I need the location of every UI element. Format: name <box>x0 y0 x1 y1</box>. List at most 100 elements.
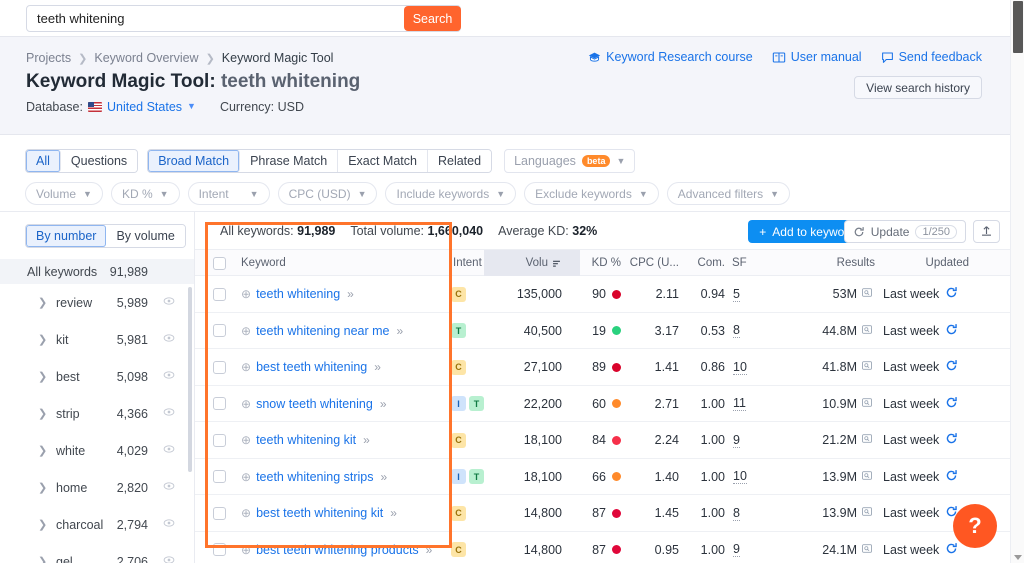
sf-value[interactable]: 11 <box>733 396 746 412</box>
add-keyword-icon[interactable]: ⊕ <box>241 506 251 520</box>
expand-keyword-icon[interactable]: » <box>363 433 370 447</box>
breadcrumb-item-projects[interactable]: Projects <box>26 51 71 65</box>
sidebar-all-keywords-row[interactable]: All keywords 91,989 <box>0 259 194 284</box>
add-keyword-icon[interactable]: ⊕ <box>241 324 251 338</box>
row-checkbox[interactable] <box>213 459 226 496</box>
eye-icon[interactable] <box>162 332 176 347</box>
expand-keyword-icon[interactable]: » <box>426 543 433 557</box>
intent-tag-I[interactable]: I <box>451 396 466 412</box>
intent-tag-C[interactable]: C <box>451 359 466 375</box>
eye-icon[interactable] <box>162 480 176 495</box>
serp-preview-icon[interactable] <box>861 287 873 301</box>
chevron-down-icon[interactable]: ▼ <box>187 101 196 111</box>
sidebar-group-item[interactable]: ❯ charcoal 2,794 <box>0 506 194 543</box>
column-header-volume[interactable]: Volu <box>484 250 562 276</box>
serp-preview-icon[interactable] <box>861 397 873 411</box>
chevron-right-icon[interactable]: ❯ <box>38 370 47 383</box>
refresh-row-icon[interactable] <box>945 359 958 375</box>
row-checkbox[interactable] <box>213 495 226 532</box>
table-row[interactable]: ⊕ teeth whitening strips » I T 18,100 66 1.40 1.… <box>195 459 1010 496</box>
tab-questions[interactable]: Questions <box>60 150 138 172</box>
intent-tag-T[interactable]: T <box>469 469 484 485</box>
keyword-research-course-link[interactable]: Keyword Research course <box>588 50 753 64</box>
table-row[interactable]: ⊕ teeth whitening » C 135,000 90 2.11 0.94 5 53M L… <box>195 276 1010 313</box>
chevron-right-icon[interactable]: ❯ <box>38 518 47 531</box>
intent-tag-I[interactable]: I <box>451 469 466 485</box>
add-keyword-icon[interactable]: ⊕ <box>241 433 251 447</box>
keyword-link[interactable]: teeth whitening near me <box>256 324 389 338</box>
update-button[interactable]: Update 1/250 <box>843 220 966 243</box>
row-checkbox[interactable] <box>213 276 226 313</box>
sf-value[interactable]: 8 <box>733 323 740 339</box>
browser-scrollbar[interactable] <box>1010 0 1024 563</box>
tab-related[interactable]: Related <box>427 150 492 172</box>
column-header-keyword[interactable]: Keyword <box>241 250 286 276</box>
chevron-right-icon[interactable]: ❯ <box>38 555 47 563</box>
chevron-right-icon[interactable]: ❯ <box>38 444 47 457</box>
search-button[interactable]: Search <box>404 6 461 31</box>
column-header-com[interactable]: Com. <box>687 250 725 276</box>
filter-intent[interactable]: Intent ▼ <box>187 182 270 205</box>
sf-cell[interactable]: 10 <box>733 349 747 386</box>
intent-tag-C[interactable]: C <box>451 286 466 302</box>
sf-value[interactable]: 10 <box>733 469 747 485</box>
keyword-link[interactable]: best teeth whitening kit <box>256 506 383 520</box>
keyword-link[interactable]: snow teeth whitening <box>256 397 373 411</box>
refresh-row-icon[interactable] <box>945 396 958 412</box>
search-field-wrapper[interactable]: ✕ <box>26 5 461 32</box>
eye-icon[interactable] <box>162 554 176 563</box>
sf-cell[interactable]: 9 <box>733 532 740 563</box>
sf-value[interactable]: 8 <box>733 506 740 521</box>
sidebar-group-item[interactable]: ❯ kit 5,981 <box>0 321 194 358</box>
intent-tag-C[interactable]: C <box>451 432 466 448</box>
table-row[interactable]: ⊕ best teeth whitening products » C 14,800 87… <box>195 532 1010 563</box>
table-row[interactable]: ⊕ best teeth whitening » C 27,100 89 1.41 0.86 1… <box>195 349 1010 386</box>
serp-preview-icon[interactable] <box>861 433 873 447</box>
intent-tag-C[interactable]: C <box>451 505 466 521</box>
filter-exclude-keywords[interactable]: Exclude keywords ▼ <box>524 182 659 205</box>
keyword-link[interactable]: best teeth whitening products <box>256 543 419 557</box>
filter-cpc[interactable]: CPC (USD) ▼ <box>277 182 378 205</box>
keyword-link[interactable]: teeth whitening strips <box>256 470 373 484</box>
eye-icon[interactable] <box>162 406 176 421</box>
intent-tag-T[interactable]: T <box>469 396 484 412</box>
add-keyword-icon[interactable]: ⊕ <box>241 397 251 411</box>
sf-value[interactable]: 5 <box>733 287 740 302</box>
expand-keyword-icon[interactable]: » <box>374 360 381 374</box>
add-keyword-icon[interactable]: ⊕ <box>241 543 251 557</box>
sf-cell[interactable]: 9 <box>733 422 740 459</box>
serp-preview-icon[interactable] <box>861 543 873 557</box>
expand-keyword-icon[interactable]: » <box>380 397 387 411</box>
tab-exact-match[interactable]: Exact Match <box>338 150 428 172</box>
row-checkbox[interactable] <box>213 349 226 386</box>
intent-tag-C[interactable]: C <box>451 542 466 558</box>
serp-preview-icon[interactable] <box>861 324 873 338</box>
column-header-kd[interactable]: KD % <box>585 250 621 276</box>
keyword-link[interactable]: best teeth whitening <box>256 360 367 374</box>
sf-value[interactable]: 9 <box>733 542 740 558</box>
eye-icon[interactable] <box>162 295 176 310</box>
database-value[interactable]: United States <box>107 100 182 114</box>
column-header-updated[interactable]: Updated <box>885 250 969 276</box>
table-row[interactable]: ⊕ teeth whitening near me » T 40,500 19 3.17 0.… <box>195 313 1010 350</box>
add-keyword-icon[interactable]: ⊕ <box>241 470 251 484</box>
sidebar-group-item[interactable]: ❯ review 5,989 <box>0 284 194 321</box>
sidebar-scrollbar[interactable] <box>188 287 192 472</box>
tab-broad-match[interactable]: Broad Match <box>148 150 241 172</box>
eye-icon[interactable] <box>162 369 176 384</box>
database-selector[interactable]: Database: United States ▼ <box>26 100 196 114</box>
add-keyword-icon[interactable]: ⊕ <box>241 287 251 301</box>
sf-cell[interactable]: 8 <box>733 313 740 350</box>
intent-tag-T[interactable]: T <box>451 323 466 339</box>
search-input[interactable] <box>27 6 438 31</box>
expand-keyword-icon[interactable]: » <box>396 324 403 338</box>
row-checkbox[interactable] <box>213 422 226 459</box>
table-row[interactable]: ⊕ teeth whitening kit » C 18,100 84 2.24 1.00 9 2… <box>195 422 1010 459</box>
table-row[interactable]: ⊕ snow teeth whitening » I T 22,200 60 2.71 1.00… <box>195 386 1010 422</box>
serp-preview-icon[interactable] <box>861 470 873 484</box>
serp-preview-icon[interactable] <box>861 360 873 374</box>
refresh-row-icon[interactable] <box>945 286 958 302</box>
select-all-checkbox[interactable] <box>213 250 226 276</box>
sidebar-group-item[interactable]: ❯ best 5,098 <box>0 358 194 395</box>
sidebar-group-item[interactable]: ❯ strip 4,366 <box>0 395 194 432</box>
